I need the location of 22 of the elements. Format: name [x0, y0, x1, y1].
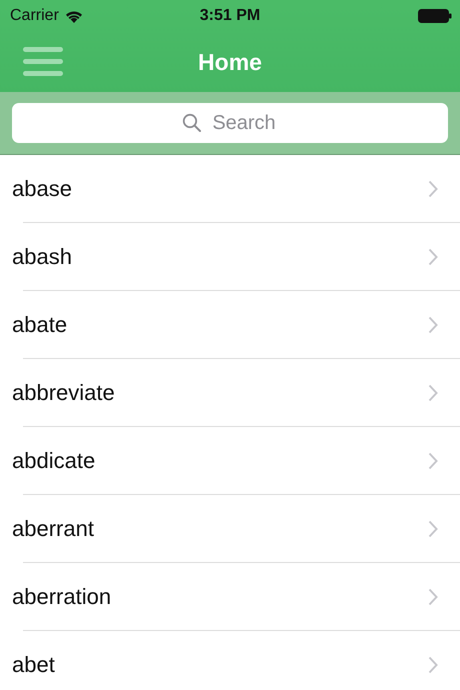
chevron-icon [428, 588, 438, 606]
word-row[interactable]: abase [0, 155, 460, 223]
chevron-icon [428, 520, 438, 538]
word-row[interactable]: abdicate [0, 427, 460, 495]
carrier-name: Carrier [10, 7, 59, 25]
battery-icon [418, 9, 452, 23]
word-row[interactable]: abash [0, 223, 460, 291]
chevron-icon [428, 656, 438, 674]
word-row[interactable]: aberration [0, 563, 460, 631]
word-row[interactable]: abbreviate [0, 359, 460, 427]
word-row[interactable]: aberrant [0, 495, 460, 563]
chevron-icon [428, 452, 438, 470]
wifi-icon [64, 10, 83, 22]
chevron-icon [428, 316, 438, 334]
search-field[interactable]: Search [12, 103, 448, 143]
chevron-icon [428, 384, 438, 402]
chevron-icon [428, 248, 438, 266]
menu-icon[interactable] [23, 47, 65, 77]
status-time: 3:51 PM [200, 7, 260, 25]
word-row[interactable]: abate [0, 291, 460, 359]
screen-title: Home [198, 48, 262, 76]
chevron-icon [428, 180, 438, 198]
